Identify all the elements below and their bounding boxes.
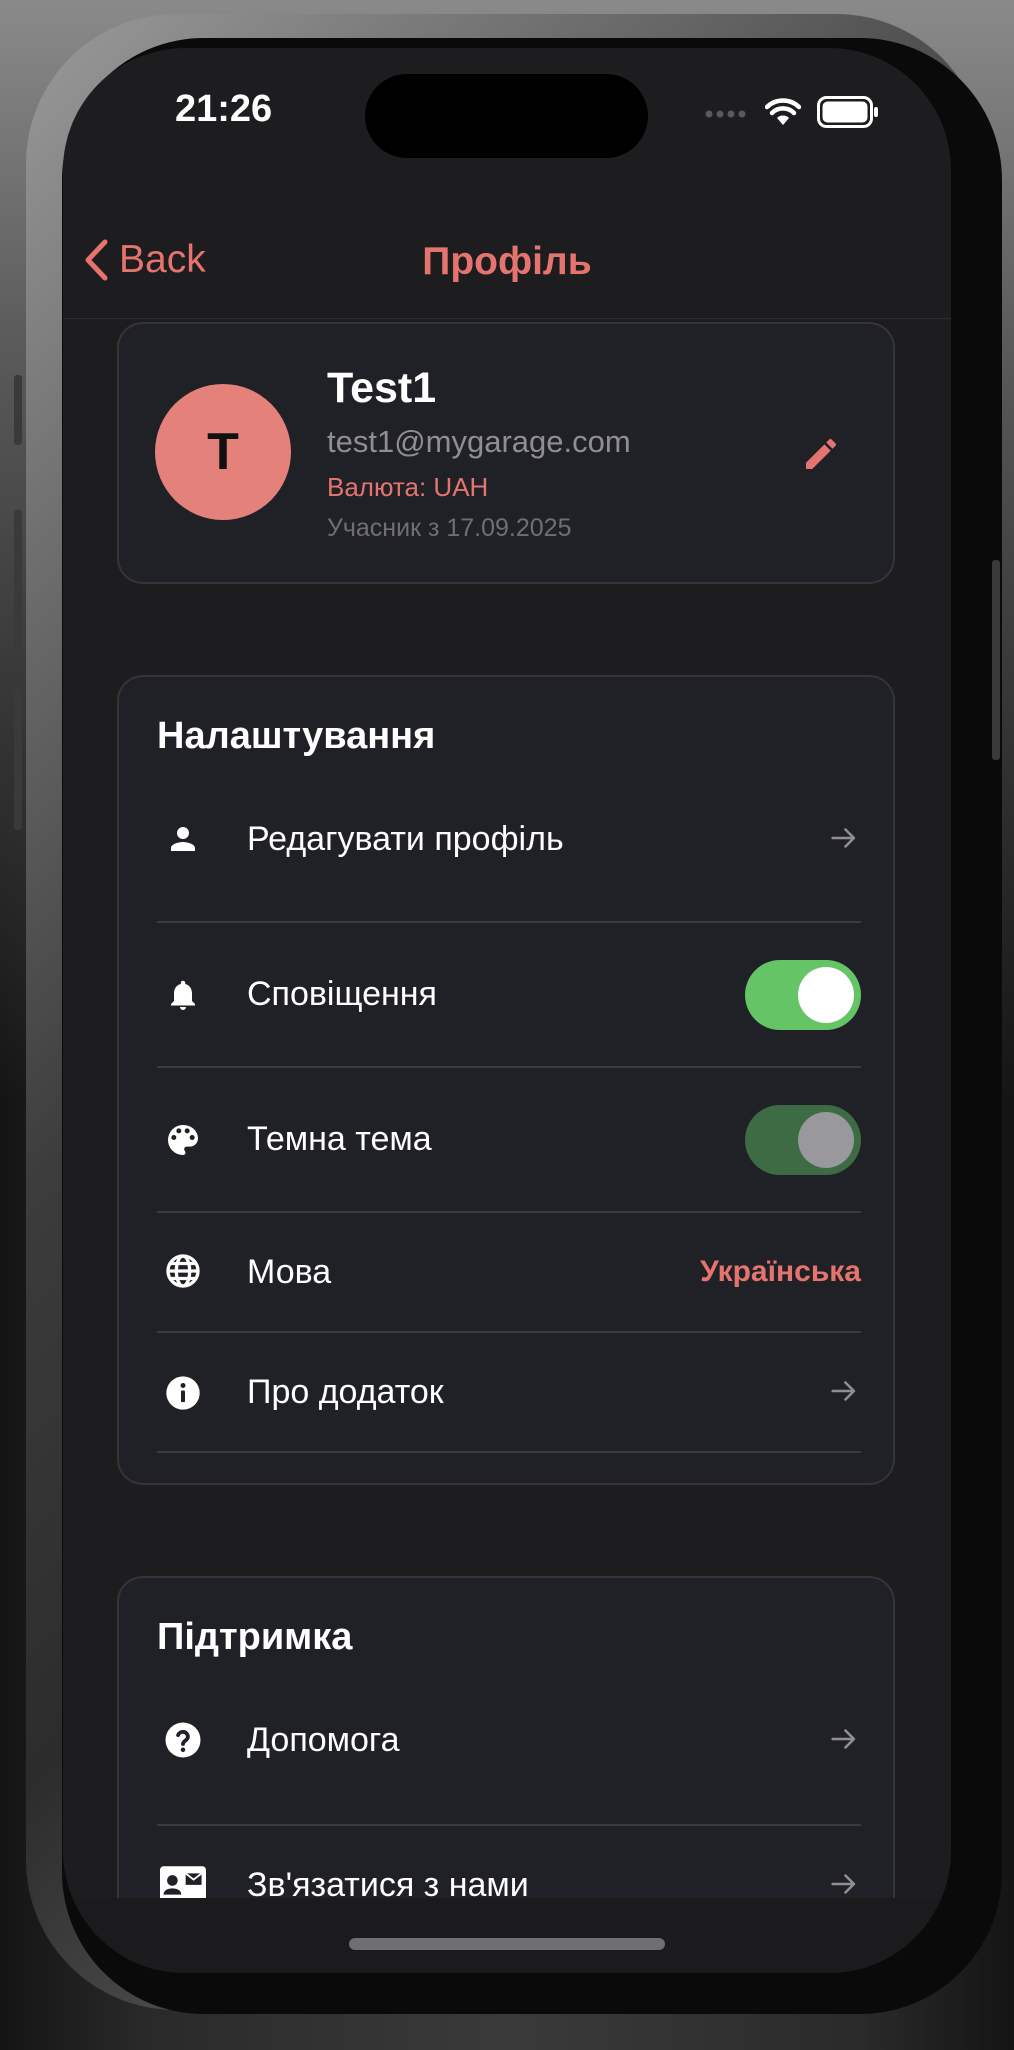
dark-theme-row: Темна тема [157, 1068, 861, 1213]
info-icon [157, 1371, 209, 1415]
status-icons [705, 96, 879, 128]
navigation-bar: Back Профіль [63, 168, 951, 319]
settings-card: Налаштування Редагувати профіль Сповіщен… [117, 675, 895, 1485]
language-row[interactable]: Мова Українська [157, 1213, 861, 1333]
bell-icon [157, 973, 209, 1017]
mute-switch [14, 375, 22, 445]
dark-theme-label: Темна тема [247, 1120, 432, 1158]
avatar: T [155, 384, 291, 520]
volume-up-button [14, 510, 22, 650]
notifications-toggle[interactable] [745, 960, 861, 1030]
globe-icon [157, 1249, 209, 1293]
home-indicator-area [63, 1898, 951, 1973]
palette-icon [157, 1118, 209, 1162]
pencil-icon[interactable] [801, 434, 841, 474]
dark-theme-toggle[interactable] [745, 1105, 861, 1175]
signal-icon [705, 110, 746, 118]
language-label: Мова [247, 1253, 332, 1291]
status-time: 21:26 [175, 88, 273, 130]
arrow-right-icon [831, 1381, 856, 1401]
profile-card: T Test1 test1@mygarage.com Валюта: UAH У… [117, 322, 895, 584]
profile-email: test1@mygarage.com [327, 424, 631, 459]
volume-down-button [14, 690, 22, 830]
wifi-icon [765, 98, 801, 125]
power-button [992, 560, 1000, 760]
settings-title: Налаштування [157, 715, 436, 757]
arrow-right-icon [831, 1729, 856, 1749]
dynamic-island [365, 74, 648, 158]
person-icon [157, 817, 209, 861]
about-row[interactable]: Про додаток [157, 1333, 861, 1453]
toggle-knob [798, 1112, 854, 1168]
edit-profile-row[interactable]: Редагувати профіль [157, 805, 861, 923]
notifications-row: Сповіщення [157, 923, 861, 1068]
notifications-label: Сповіщення [247, 975, 437, 1013]
toggle-knob [798, 967, 854, 1023]
support-title: Підтримка [157, 1616, 353, 1658]
arrow-right-icon [831, 828, 856, 848]
arrow-right-icon [831, 1874, 856, 1894]
help-icon [157, 1718, 209, 1762]
profile-currency: Валюта: UAH [327, 472, 489, 502]
phone-screen: 21:26 Back Профіль T Test1 test1@mygarag… [63, 48, 951, 1973]
edit-profile-label: Редагувати профіль [247, 820, 564, 858]
battery-icon [817, 96, 878, 128]
page-title: Профіль [422, 240, 592, 283]
language-value: Українська [700, 1255, 861, 1288]
profile-member-since: Учасник з 17.09.2025 [327, 514, 572, 542]
help-row[interactable]: Допомога [157, 1706, 861, 1826]
profile-name: Test1 [327, 364, 437, 412]
home-indicator[interactable] [349, 1938, 665, 1950]
about-label: Про додаток [247, 1373, 444, 1411]
help-label: Допомога [247, 1721, 400, 1759]
